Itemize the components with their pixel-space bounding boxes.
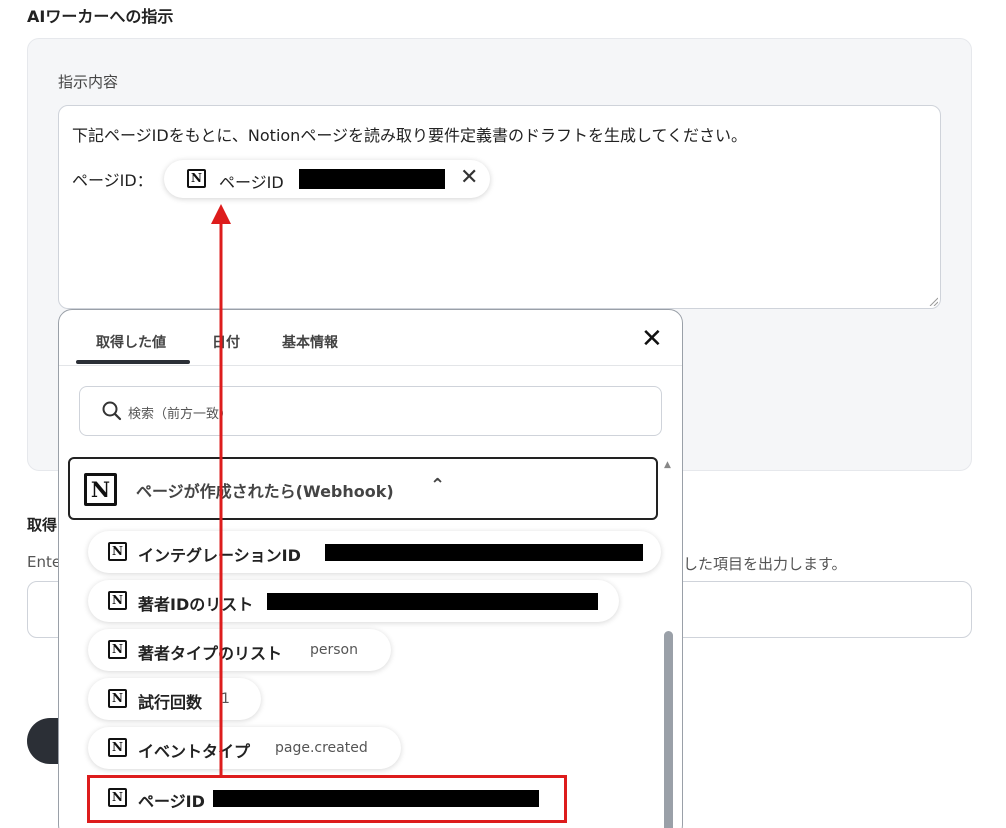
item-label: 試行回数 [138,693,203,712]
section-title: AIワーカーへの指示 [27,7,174,26]
list-item-integration-id[interactable]: N インテグレーションID [88,531,661,573]
notion-icon: N [108,591,127,610]
active-tab-underline [76,360,190,364]
output-description-right: した項目を出力します。 [683,555,847,573]
instruction-label: 指示内容 [58,73,119,91]
search-field[interactable]: 検索（前方一致） [79,386,662,436]
search-icon [102,401,122,421]
search-placeholder: 検索（前方一致） [128,407,233,422]
item-value: person [310,642,358,658]
notion-icon: N [108,738,127,757]
scrollbar-thumb[interactable] [664,631,673,828]
notion-icon: N [108,542,127,561]
group-header[interactable]: N ページが作成されたら(Webhook) ⌃ [68,457,658,520]
notion-icon: N [108,640,127,659]
notion-icon: N [84,473,117,506]
group-label: ページが作成されたら(Webhook) [136,482,394,501]
tab-basic-info[interactable]: 基本情報 [282,332,338,352]
page-id-chip[interactable]: N ページID ✕ [164,160,490,198]
page-id-label: ページID： [72,171,153,190]
textarea-resize-handle[interactable] [928,296,938,306]
notion-icon: N [108,689,127,708]
output-description-left: Ente [27,553,62,571]
list-item-author-ids[interactable]: N 著者IDのリスト [88,580,619,622]
tab-date[interactable]: 日付 [212,332,240,352]
chip-label: ページID [219,173,284,192]
item-label: イベントタイプ [138,742,251,761]
close-icon[interactable]: ✕ [641,325,663,353]
item-label: インテグレーションID [138,546,301,565]
chevron-up-icon: ⌃ [430,475,446,496]
list-item-event-type[interactable]: N イベントタイプ page.created [88,727,401,769]
highlight-box [87,775,567,823]
item-label: 著者IDのリスト [138,595,254,614]
tab-acquired-values[interactable]: 取得した値 [96,332,166,352]
output-section-title: 取得 [27,516,58,534]
notion-icon: N [187,169,206,188]
instruction-text: 下記ページIDをもとに、Notionページを読み取り要件定義書のドラフトを生成し… [72,126,748,145]
scroll-up-arrow[interactable]: ▲ [664,460,671,470]
item-value: 1 [221,691,230,707]
list-item-attempt-count[interactable]: N 試行回数 1 [88,678,261,720]
redacted-value [299,169,445,189]
redacted-value [325,544,643,561]
item-value: page.created [275,740,368,756]
list-item-author-types[interactable]: N 著者タイプのリスト person [88,629,391,671]
redacted-value [267,593,598,610]
chip-remove-icon[interactable]: ✕ [460,167,478,189]
tabs-divider [59,365,682,366]
item-label: 著者タイプのリスト [138,644,283,663]
